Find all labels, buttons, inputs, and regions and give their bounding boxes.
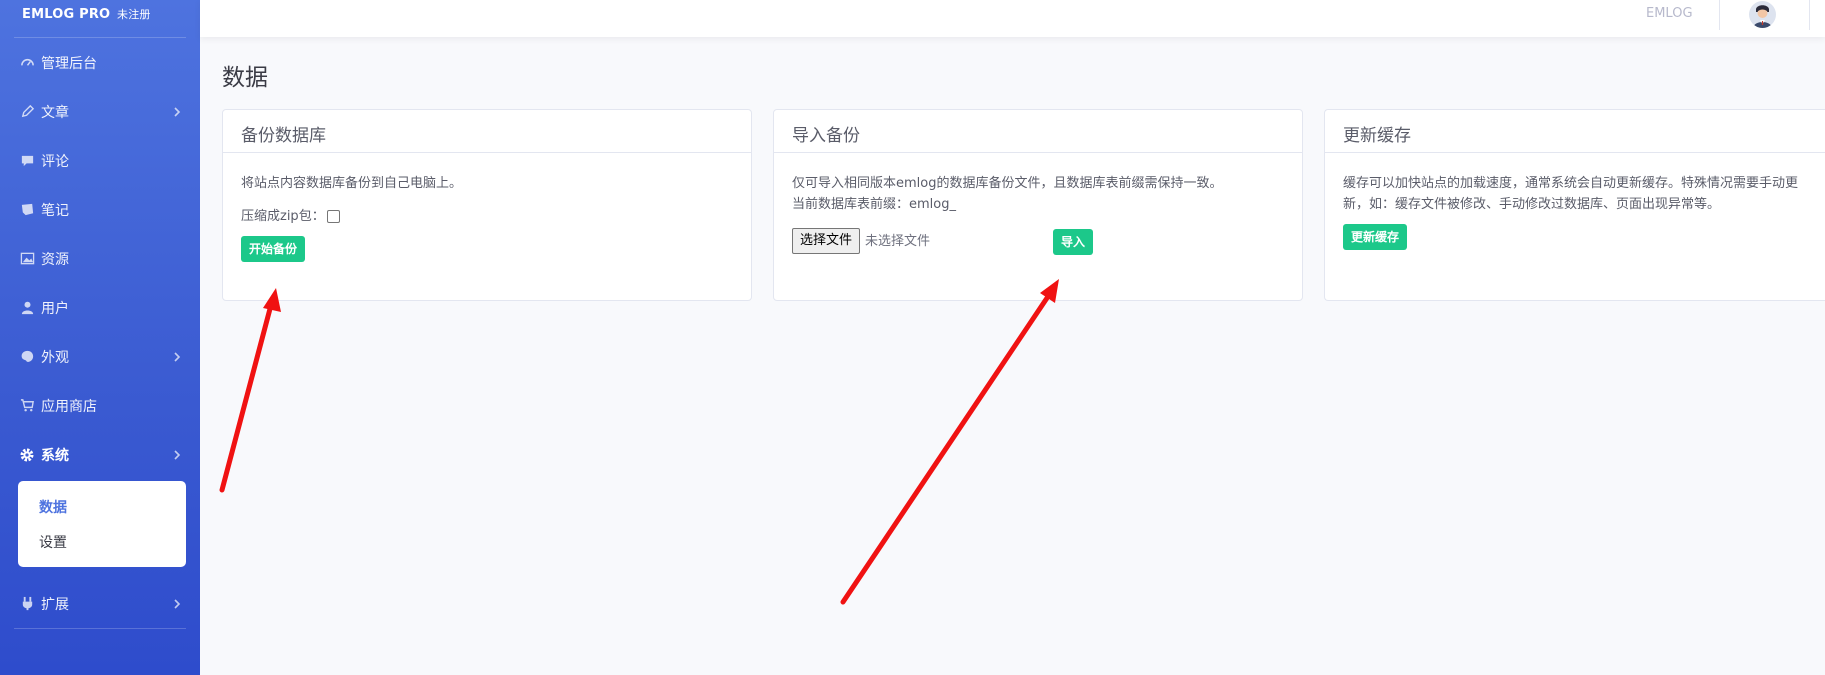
brand-unregistered: 未注册 xyxy=(117,8,151,21)
table-prefix-info: 当前数据库表前缀：emlog_ xyxy=(792,197,956,212)
file-picker: 选择文件 未选择文件 导入 xyxy=(792,228,1284,255)
comment-icon xyxy=(19,153,35,169)
backup-description: 将站点内容数据库备份到自己电脑上。 xyxy=(241,176,463,191)
sidebar-item-comments[interactable]: 评论 xyxy=(0,136,200,185)
cache-description-line1: 缓存可以加快站点的加载速度，通常系统会自动更新缓存。特殊情况需要手动更 xyxy=(1343,176,1799,191)
sidebar-item-label: 笔记 xyxy=(41,202,69,219)
sidebar-item-notes[interactable]: 笔记 xyxy=(0,185,200,234)
site-link[interactable]: EMLOG xyxy=(1646,6,1693,21)
zip-checkbox[interactable] xyxy=(326,210,340,223)
annotation-arrows xyxy=(219,279,1059,605)
update-cache-button[interactable]: 更新缓存 xyxy=(1343,224,1408,250)
import-card: 导入备份 仅可导入相同版本emlog的数据库备份文件，且数据库表前缀需保持一致。… xyxy=(773,109,1303,301)
topbar: EMLOG xyxy=(200,0,1825,37)
import-button[interactable]: 导入 xyxy=(1053,229,1094,255)
sidebar-item-dashboard[interactable]: 管理后台 xyxy=(0,38,200,87)
start-backup-button[interactable]: 开始备份 xyxy=(241,236,306,262)
note-icon xyxy=(19,202,35,218)
brand-name: EMLOG PRO xyxy=(22,7,111,22)
gear-icon xyxy=(19,447,35,463)
sidebar-item-label: 系统 xyxy=(41,447,69,464)
backup-card: 备份数据库 将站点内容数据库备份到自己电脑上。 压缩成zip包： 开始备份 xyxy=(222,109,752,301)
brand[interactable]: EMLOG PRO 未注册 xyxy=(0,0,200,37)
page-title: 数据 xyxy=(222,65,268,91)
card-body: 缓存可以加快站点的加载速度，通常系统会自动更新缓存。特殊情况需要手动更 新，如：… xyxy=(1325,153,1825,250)
sidebar-item-label: 用户 xyxy=(41,300,69,317)
chevron-right-icon xyxy=(172,449,182,460)
sidebar-item-label: 文章 xyxy=(41,104,69,121)
sidebar-item-label: 评论 xyxy=(41,153,69,170)
sidebar-item-articles[interactable]: 文章 xyxy=(0,87,200,136)
plug-icon xyxy=(19,596,35,612)
no-file-selected: 未选择文件 xyxy=(865,233,931,249)
chevron-right-icon xyxy=(172,598,182,609)
sidebar: EMLOG PRO 未注册 管理后台 文章 评论 笔记 资源 用户 外观 应用商… xyxy=(0,0,200,675)
submenu-item-data[interactable]: 数据 xyxy=(18,489,186,524)
topbar-divider xyxy=(1809,0,1810,30)
sidebar-item-system[interactable]: 系统 xyxy=(0,430,200,479)
annotation-arrow-backup xyxy=(219,288,281,493)
sidebar-item-label: 外观 xyxy=(41,349,69,366)
card-title: 备份数据库 xyxy=(223,110,751,153)
topbar-divider xyxy=(1719,0,1720,30)
chevron-right-icon xyxy=(172,106,182,117)
pencil-icon xyxy=(19,104,35,120)
card-title: 更新缓存 xyxy=(1325,110,1825,153)
zip-label: 压缩成zip包： xyxy=(241,209,325,224)
system-submenu: 数据 设置 xyxy=(18,481,186,567)
sidebar-item-label: 应用商店 xyxy=(41,398,97,415)
import-description: 仅可导入相同版本emlog的数据库备份文件，且数据库表前缀需保持一致。 xyxy=(792,176,1223,191)
palette-icon xyxy=(19,349,35,365)
sidebar-item-media[interactable]: 资源 xyxy=(0,234,200,283)
sidebar-item-extensions[interactable]: 扩展 xyxy=(0,579,200,628)
card-body: 将站点内容数据库备份到自己电脑上。 压缩成zip包： 开始备份 xyxy=(223,153,751,262)
sidebar-item-appearance[interactable]: 外观 xyxy=(0,332,200,381)
sidebar-item-label: 管理后台 xyxy=(41,55,97,72)
zip-option: 压缩成zip包： xyxy=(241,206,733,227)
cache-description-line2: 新，如：缓存文件被修改、手动修改过数据库、页面出现异常等。 xyxy=(1343,197,1721,212)
sidebar-item-label: 扩展 xyxy=(41,596,69,613)
gauge-icon xyxy=(19,55,35,71)
sidebar-item-users[interactable]: 用户 xyxy=(0,283,200,332)
user-avatar[interactable] xyxy=(1749,1,1776,28)
cache-card: 更新缓存 缓存可以加快站点的加载速度，通常系统会自动更新缓存。特殊情况需要手动更… xyxy=(1324,109,1825,301)
chevron-right-icon xyxy=(172,351,182,362)
user-icon xyxy=(19,300,35,316)
sidebar-item-label: 资源 xyxy=(41,251,69,268)
card-title: 导入备份 xyxy=(774,110,1302,153)
submenu-item-settings[interactable]: 设置 xyxy=(18,524,186,559)
annotation-arrow-import xyxy=(840,279,1059,605)
sidebar-divider xyxy=(14,628,186,629)
choose-file-button[interactable]: 选择文件 xyxy=(792,228,861,254)
image-icon xyxy=(19,251,35,267)
sidebar-item-app-store[interactable]: 应用商店 xyxy=(0,381,200,430)
cart-icon xyxy=(19,398,35,414)
card-body: 仅可导入相同版本emlog的数据库备份文件，且数据库表前缀需保持一致。 当前数据… xyxy=(774,153,1302,255)
